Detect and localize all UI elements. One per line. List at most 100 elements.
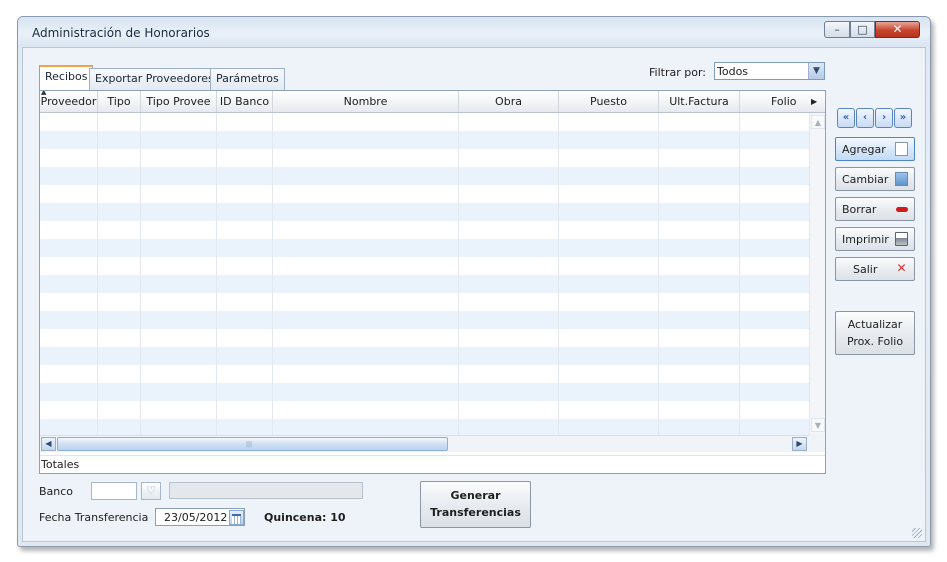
column-header-obra[interactable]: Obra xyxy=(459,91,559,112)
close-button[interactable]: ✕ xyxy=(875,21,920,38)
maximize-button[interactable]: □ xyxy=(850,21,875,38)
table-row[interactable] xyxy=(40,149,809,167)
main-window: Administración de Honorarios – □ ✕ Recib… xyxy=(17,16,931,547)
fecha-transferencia-label: Fecha Transferencia xyxy=(39,511,149,524)
table-row[interactable] xyxy=(40,311,809,329)
close-x-icon: ✕ xyxy=(896,261,907,275)
tab-parametros[interactable]: Parámetros xyxy=(210,68,285,90)
table-row[interactable] xyxy=(40,167,809,185)
column-divider xyxy=(558,113,559,435)
column-header-tipo[interactable]: Tipo xyxy=(98,91,141,112)
client-area: Recibos Exportar Proveedores Parámetros … xyxy=(22,47,926,542)
grid-header: ▲ Proveedor Tipo Tipo Provee ID Banco No… xyxy=(40,91,825,113)
table-row[interactable] xyxy=(40,257,809,275)
salir-button[interactable]: Salir ✕ xyxy=(835,257,915,281)
calendar-icon[interactable] xyxy=(229,510,244,525)
table-row[interactable] xyxy=(40,293,809,311)
fecha-transferencia-value: 23/05/2012 xyxy=(164,511,228,524)
imprimir-button[interactable]: Imprimir xyxy=(835,227,915,251)
table-row[interactable] xyxy=(40,185,809,203)
column-divider xyxy=(739,113,740,435)
previous-record-button[interactable]: ‹ xyxy=(856,108,874,128)
chevron-right-icon[interactable]: ▶ xyxy=(811,97,817,106)
table-row[interactable] xyxy=(40,347,809,365)
tab-exportar-proveedores[interactable]: Exportar Proveedores xyxy=(89,68,220,90)
filter-select-value: Todos xyxy=(717,65,749,78)
scroll-up-icon[interactable]: ▲ xyxy=(811,115,825,129)
grid-rows xyxy=(40,113,809,437)
filter-select[interactable]: Todos ▼ xyxy=(714,62,825,80)
minus-icon xyxy=(896,207,908,212)
column-divider xyxy=(97,113,98,435)
horizontal-scrollbar[interactable]: ◀ ||| ▶ xyxy=(40,435,809,452)
column-divider xyxy=(658,113,659,435)
minimize-icon: – xyxy=(834,23,840,36)
column-header-proveedor[interactable]: Proveedor xyxy=(40,91,98,112)
column-divider xyxy=(216,113,217,435)
column-header-tipo-provee[interactable]: Tipo Provee xyxy=(141,91,217,112)
table-row[interactable] xyxy=(40,113,809,131)
table-row[interactable] xyxy=(40,329,809,347)
cambiar-label: Cambiar xyxy=(842,173,889,186)
new-document-icon xyxy=(895,142,908,156)
column-divider xyxy=(458,113,459,435)
maximize-icon: □ xyxy=(857,23,868,36)
table-row[interactable] xyxy=(40,401,809,419)
table-row[interactable] xyxy=(40,131,809,149)
agregar-label: Agregar xyxy=(842,143,886,156)
column-divider xyxy=(272,113,273,435)
table-row[interactable] xyxy=(40,383,809,401)
prox-folio-label: Prox. Folio xyxy=(846,335,904,348)
printer-icon xyxy=(895,232,908,246)
table-row[interactable] xyxy=(40,221,809,239)
title-bar[interactable]: Administración de Honorarios – □ ✕ xyxy=(18,17,930,47)
window-title: Administración de Honorarios xyxy=(32,26,210,40)
column-header-nombre[interactable]: Nombre xyxy=(273,91,459,112)
generar-label: Generar xyxy=(450,489,501,502)
minimize-button[interactable]: – xyxy=(824,21,850,38)
column-header-id-banco[interactable]: ID Banco xyxy=(217,91,273,112)
actualizar-label: Actualizar xyxy=(847,318,903,331)
scroll-right-icon[interactable]: ▶ xyxy=(792,437,807,451)
column-header-puesto[interactable]: Puesto xyxy=(559,91,659,112)
first-record-button[interactable]: « xyxy=(837,108,855,128)
generar-transferencias-button[interactable]: Generar Transferencias xyxy=(420,481,531,528)
scroll-left-icon[interactable]: ◀ xyxy=(41,437,56,451)
table-row[interactable] xyxy=(40,239,809,257)
agregar-button[interactable]: Agregar xyxy=(835,137,915,161)
banco-lookup-button[interactable]: ♡ xyxy=(141,482,161,500)
column-header-ult-factura[interactable]: Ult.Factura xyxy=(659,91,740,112)
next-record-button[interactable]: › xyxy=(875,108,893,128)
cambiar-button[interactable]: Cambiar xyxy=(835,167,915,191)
banco-name-field xyxy=(169,482,363,499)
edit-picture-icon xyxy=(895,172,908,186)
totals-row: Totales xyxy=(40,455,825,473)
last-record-button[interactable]: » xyxy=(894,108,912,128)
vertical-scrollbar[interactable]: ▲ ▼ xyxy=(809,113,825,435)
borrar-label: Borrar xyxy=(842,203,877,216)
quincena-label: Quincena: 10 xyxy=(264,511,346,524)
horizontal-scroll-thumb[interactable]: ||| xyxy=(57,437,448,451)
column-divider xyxy=(140,113,141,435)
close-icon: ✕ xyxy=(892,22,903,36)
scroll-grip-icon: ||| xyxy=(246,441,253,448)
imprimir-label: Imprimir xyxy=(842,233,889,246)
table-row[interactable] xyxy=(40,365,809,383)
borrar-button[interactable]: Borrar xyxy=(835,197,915,221)
banco-label: Banco xyxy=(39,485,74,498)
salir-label: Salir xyxy=(853,263,878,276)
scrollbar-corner xyxy=(809,435,825,452)
resize-grip-icon[interactable] xyxy=(912,528,922,538)
table-row[interactable] xyxy=(40,275,809,293)
chevron-down-icon[interactable]: ▼ xyxy=(808,63,824,79)
banco-code-input[interactable] xyxy=(91,482,137,500)
filter-label: Filtrar por: xyxy=(649,66,706,79)
recibos-grid[interactable]: ▲ Proveedor Tipo Tipo Provee ID Banco No… xyxy=(39,90,826,474)
actualizar-prox-folio-button[interactable]: Actualizar Prox. Folio xyxy=(835,311,915,355)
transferencias-label: Transferencias xyxy=(430,506,521,519)
heart-icon: ♡ xyxy=(146,484,156,497)
scroll-down-icon[interactable]: ▼ xyxy=(811,418,825,432)
fecha-transferencia-input[interactable]: 23/05/2012 xyxy=(155,508,245,526)
table-row[interactable] xyxy=(40,203,809,221)
tab-recibos[interactable]: Recibos xyxy=(39,65,94,90)
